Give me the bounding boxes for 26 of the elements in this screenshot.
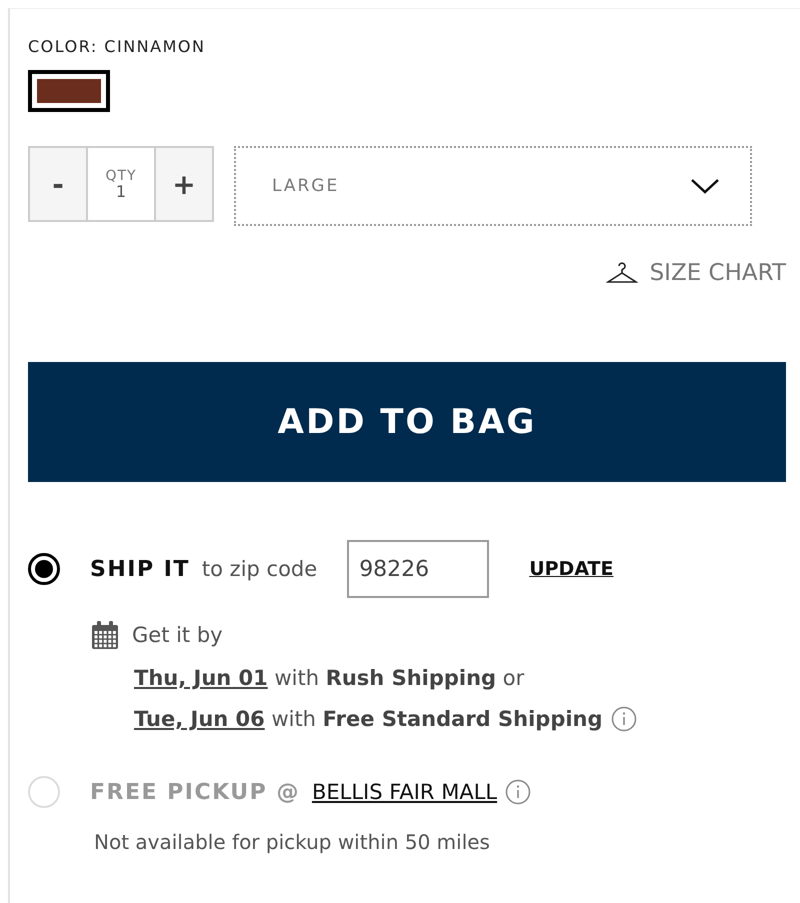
increment-button[interactable]: +: [156, 148, 212, 220]
update-link[interactable]: UPDATE: [529, 558, 614, 580]
delivery-date-link[interactable]: Tue, Jun 06: [134, 707, 265, 731]
option-title: SHIP IT: [90, 556, 190, 582]
add-to-bag-button[interactable]: ADD TO BAG: [28, 362, 786, 482]
delivery-text: Thu, Jun 01 with Rush Shipping or: [134, 666, 524, 690]
option-title: FREE PICKUP @: [90, 780, 300, 804]
qty-value: 1: [116, 184, 126, 200]
size-dropdown[interactable]: LARGE: [234, 146, 752, 226]
decrement-button[interactable]: -: [30, 148, 86, 220]
qty-label: QTY: [105, 168, 137, 184]
get-it-by-text: Get it by: [132, 623, 223, 647]
delivery-date-link[interactable]: Thu, Jun 01: [134, 666, 268, 690]
hanger-icon: [606, 261, 638, 285]
calendar-icon: [90, 620, 120, 650]
color-label: COLOR: CINNAMON: [28, 37, 206, 56]
info-icon[interactable]: [610, 706, 637, 732]
color-swatch[interactable]: [28, 70, 110, 112]
radio-button[interactable]: [28, 553, 60, 585]
delivery-text: Tue, Jun 06 with Free Standard Shipping: [134, 707, 603, 731]
chevron-down-icon: [690, 177, 720, 195]
pickup-note: Not available for pickup within 50 miles: [93, 830, 491, 854]
option-text: to zip code: [202, 557, 318, 581]
zip-code-field[interactable]: 98226: [347, 540, 490, 598]
info-icon[interactable]: [505, 779, 532, 805]
size-chart-link[interactable]: SIZE CHART: [28, 260, 786, 286]
